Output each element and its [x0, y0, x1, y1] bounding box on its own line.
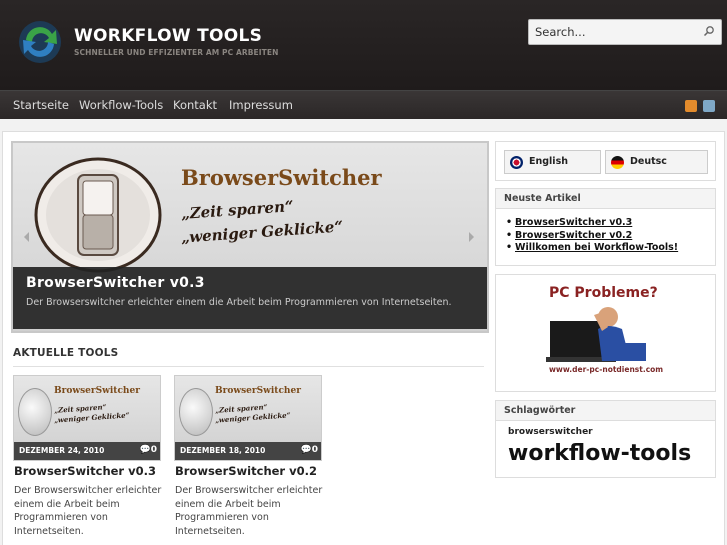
card-thumbnail[interactable]: BrowserSwitcher „Zeit sparen“ „weniger G…: [174, 375, 322, 461]
nav-item-startseite[interactable]: Startseite: [13, 98, 69, 112]
nav-item-kontakt[interactable]: Kontakt: [173, 98, 217, 112]
comment-count[interactable]: 💬0: [140, 445, 157, 455]
recent-articles-widget: Neuste Artikel BrowserSwitcher v0.3 Brow…: [495, 188, 716, 266]
ad-title: PC Probleme?: [549, 285, 658, 301]
slide-caption-title[interactable]: BrowserSwitcher v0.3: [26, 275, 205, 291]
comment-count-value: 0: [150, 445, 157, 455]
thumb-title: BrowserSwitcher: [54, 386, 140, 396]
light-switch-icon: [179, 388, 213, 436]
main-navigation: Startseite Workflow-Tools Kontakt Impres…: [0, 90, 727, 119]
slide-image-quote: „weniger Geklicke“: [180, 217, 344, 247]
card-thumbnail[interactable]: BrowserSwitcher „Zeit sparen“ „weniger G…: [13, 375, 161, 461]
card-date: DEZEMBER 18, 2010: [180, 446, 266, 455]
language-label: English: [529, 156, 568, 167]
recent-article-link[interactable]: Willkomen bei Workflow-Tools!: [506, 242, 678, 253]
divider: [13, 366, 484, 367]
recent-list: BrowserSwitcher v0.3 BrowserSwitcher v0.…: [506, 217, 678, 255]
slide-caption: BrowserSwitcher v0.3 Der Browserswitcher…: [13, 267, 487, 329]
tags-widget: Schlagwörter browserswitcher workflow-to…: [495, 400, 716, 478]
comment-icon: 💬: [300, 445, 312, 455]
uk-flag-icon: [510, 156, 523, 169]
card-excerpt: Der Browserswitcher erleichter einem die…: [14, 485, 162, 537]
card-title[interactable]: BrowserSwitcher v0.2: [175, 464, 317, 478]
card-date: DEZEMBER 24, 2010: [19, 446, 105, 455]
card-title[interactable]: BrowserSwitcher v0.3: [14, 464, 156, 478]
comment-count[interactable]: 💬0: [301, 445, 318, 455]
slide-caption-text: Der Browserswitcher erleichter einem die…: [26, 297, 452, 308]
card-meta-bar: DEZEMBER 24, 2010 💬0: [14, 442, 160, 460]
tag-link[interactable]: workflow-tools: [508, 441, 691, 466]
tag-link[interactable]: browserswitcher: [508, 427, 593, 437]
language-label: Deutsc: [630, 156, 667, 167]
thumb-title: BrowserSwitcher: [215, 386, 301, 396]
stressed-person-laptop-icon: [546, 307, 646, 362]
twitter-icon[interactable]: [703, 100, 715, 112]
card-meta-bar: DEZEMBER 18, 2010 💬0: [175, 442, 321, 460]
language-english-button[interactable]: English: [504, 150, 601, 174]
light-switch-icon: [18, 388, 52, 436]
german-flag-icon: [611, 156, 624, 169]
nav-item-impressum[interactable]: Impressum: [229, 98, 293, 112]
slider-next-arrow-icon[interactable]: [465, 231, 477, 243]
slide-image-title: BrowserSwitcher: [181, 165, 382, 190]
slider-prev-arrow-icon[interactable]: [21, 231, 33, 243]
recent-article-link[interactable]: BrowserSwitcher v0.3: [506, 217, 678, 228]
search-box: [528, 19, 722, 45]
card-excerpt: Der Browserswitcher erleichter einem die…: [175, 485, 323, 537]
site-tagline: SCHNELLER UND EFFIZIENTER AM PC ARBEITEN: [74, 48, 279, 57]
widget-heading: Neuste Artikel: [496, 189, 715, 209]
search-input[interactable]: [529, 20, 699, 44]
search-icon[interactable]: [703, 25, 715, 37]
nav-item-workflow-tools[interactable]: Workflow-Tools: [79, 98, 163, 112]
section-title: AKTUELLE TOOLS: [13, 347, 119, 359]
comment-count-value: 0: [311, 445, 318, 455]
site-title[interactable]: WORKFLOW TOOLS: [74, 26, 262, 46]
rss-icon[interactable]: [685, 100, 697, 112]
light-switch-icon: [34, 157, 162, 273]
advertisement-banner[interactable]: PC Probleme? www.der-pc-notdienst.com: [495, 274, 716, 392]
language-widget: English Deutsc: [495, 141, 716, 181]
widget-heading: Schlagwörter: [496, 401, 715, 421]
site-header: WORKFLOW TOOLS SCHNELLER UND EFFIZIENTER…: [0, 0, 727, 90]
language-german-button[interactable]: Deutsc: [605, 150, 708, 174]
slide-image-quote: „Zeit sparen“: [180, 197, 295, 223]
ad-url: www.der-pc-notdienst.com: [549, 365, 664, 374]
workflow-logo-icon[interactable]: [16, 18, 64, 66]
comment-icon: 💬: [139, 445, 151, 455]
featured-slider[interactable]: BrowserSwitcher „Zeit sparen“ „weniger G…: [11, 141, 489, 333]
recent-article-link[interactable]: BrowserSwitcher v0.2: [506, 230, 678, 241]
